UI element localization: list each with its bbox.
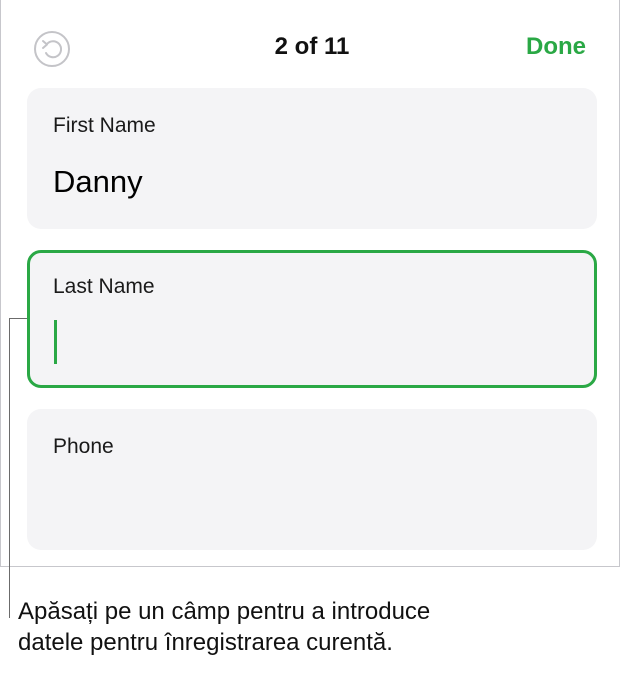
callout-line-vertical (9, 318, 10, 618)
caption-line: datele pentru înregistrarea curentă. (18, 629, 393, 656)
field-label: First Name (53, 114, 156, 137)
field-label: Phone (53, 435, 114, 458)
text-cursor (54, 320, 57, 364)
field-label: Last Name (53, 275, 155, 298)
done-button[interactable]: Done (526, 33, 586, 61)
callout-caption: Apăsați pe un câmp pentru a introduce da… (18, 596, 618, 658)
field-value[interactable]: Danny (53, 164, 143, 200)
caption-line: Apăsați pe un câmp pentru a introduce (18, 598, 431, 625)
field-phone[interactable]: Phone (27, 409, 597, 550)
form-screen: 2 of 11 Done First Name Danny Last Name … (0, 0, 620, 567)
field-first-name[interactable]: First Name Danny (27, 88, 597, 229)
field-last-name[interactable]: Last Name (27, 250, 597, 388)
callout-line-horizontal (9, 318, 27, 319)
